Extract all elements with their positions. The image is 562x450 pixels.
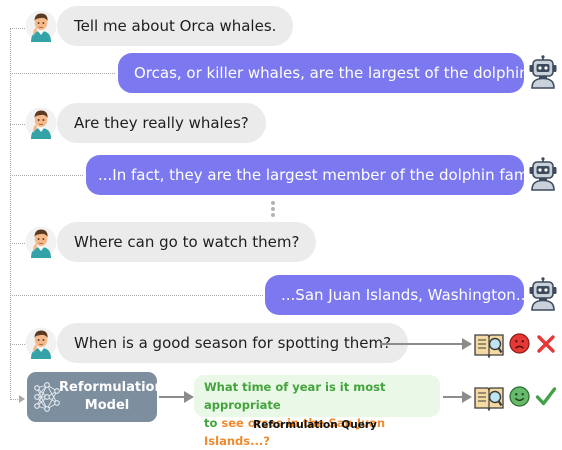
context-connector xyxy=(10,73,115,74)
robot-icon xyxy=(528,277,558,311)
user-message-bubble: Are they really whales? xyxy=(57,103,266,143)
sad-face-icon xyxy=(509,333,530,354)
query-text-line1: What time of year is it most appropriate xyxy=(204,380,386,412)
bot-message-bubble: Orcas, or killer whales, are the largest… xyxy=(118,53,551,93)
bot-message-bubble: ...In fact, they are the largest member … xyxy=(86,155,552,195)
robot-icon xyxy=(528,157,558,191)
model-label: Reformulation Model xyxy=(59,379,164,415)
bot-message-bubble: ...San Juan Islands, Washington... xyxy=(265,275,530,315)
book-search-icon xyxy=(474,330,504,358)
x-mark-icon xyxy=(537,335,555,353)
person-avatar-icon xyxy=(25,327,57,359)
query-text-prefix: to xyxy=(204,416,222,430)
connector-arrowhead xyxy=(19,395,25,403)
reformulated-query-box: What time of year is it most appropriate… xyxy=(194,375,440,448)
book-search-icon xyxy=(474,383,504,411)
context-connector xyxy=(10,295,263,296)
arrow-head-icon xyxy=(462,391,472,403)
neural-network-icon xyxy=(34,382,60,412)
robot-icon xyxy=(528,55,558,89)
user-message-bubble: Tell me about Orca whales. xyxy=(57,6,294,46)
happy-face-icon xyxy=(509,386,530,407)
arrow-head-icon xyxy=(184,391,194,403)
arrow-line xyxy=(159,396,185,398)
context-connector xyxy=(10,175,83,176)
model-label-line2: Model xyxy=(84,398,130,413)
check-mark-icon xyxy=(535,387,557,406)
person-avatar-icon xyxy=(25,226,57,258)
arrow-head-icon xyxy=(462,338,472,350)
ellipsis-icon xyxy=(270,201,276,219)
person-avatar-icon xyxy=(25,10,57,42)
model-label-line1: Reformulation xyxy=(59,380,164,395)
reformulation-model-box: Reformulation Model xyxy=(27,372,164,422)
user-message-bubble: When is a good season for spotting them? xyxy=(57,323,409,363)
arrow-line xyxy=(443,396,463,398)
query-caption: Reformulation Query xyxy=(253,419,377,431)
arrow-line xyxy=(381,343,463,345)
person-avatar-icon xyxy=(25,107,57,139)
user-message-bubble: Where can go to watch them? xyxy=(57,222,317,262)
